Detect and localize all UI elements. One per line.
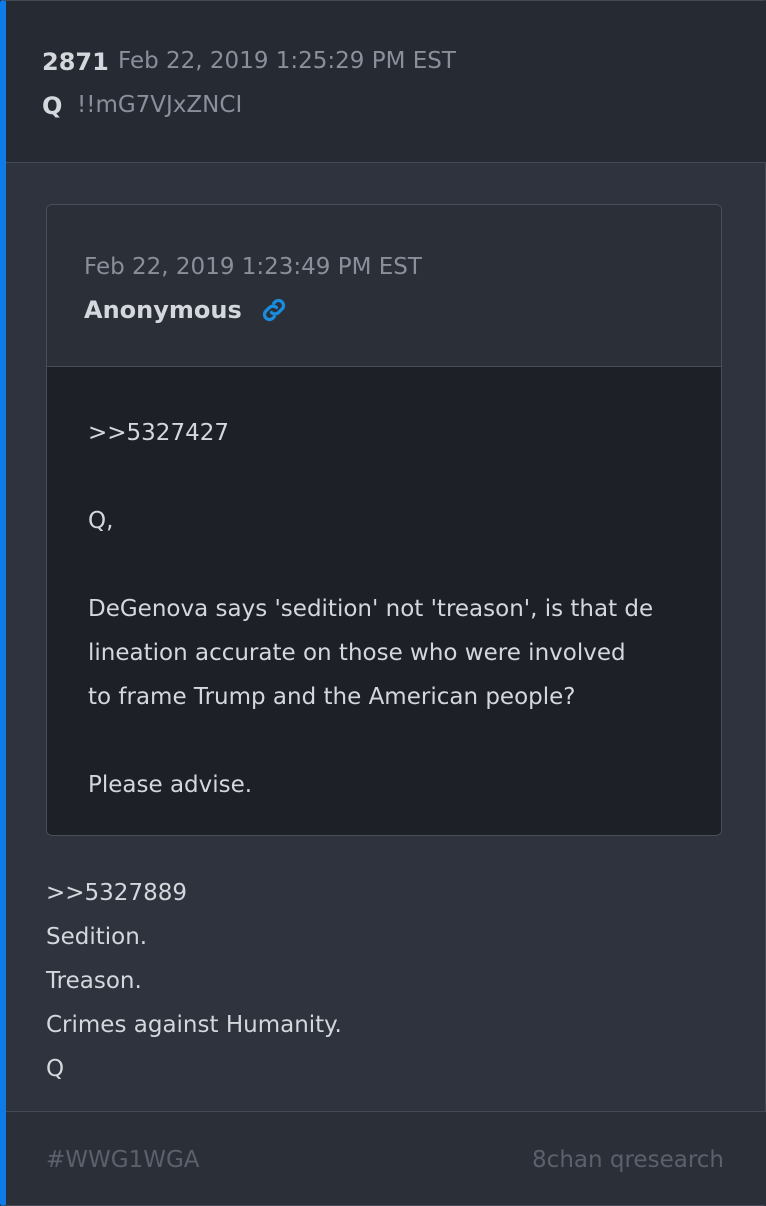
- quoted-post-line: lineation accurate on those who were inv…: [88, 640, 626, 666]
- post-author: Q: [42, 92, 63, 120]
- quoted-post-author: Anonymous: [84, 296, 242, 324]
- quoted-post-date: Feb 22, 2019 1:23:49 PM EST: [84, 254, 422, 280]
- post-tripcode: !!mG7VJxZNCI: [77, 92, 243, 118]
- post-line: Q: [46, 1056, 65, 1082]
- post-line: Sedition.: [46, 924, 148, 950]
- quoted-post-line: Please advise.: [88, 772, 253, 798]
- quoted-post-body: >>5327427 Q, DeGenova says 'sedition' no…: [88, 411, 688, 807]
- post-source: 8chan qresearch: [532, 1147, 724, 1173]
- post-header: 2871 Feb 22, 2019 1:25:29 PM EST Q !!mG7…: [6, 1, 766, 163]
- quoted-post-line: [88, 455, 688, 499]
- post-body: >>5327889 Sedition. Treason. Crimes agai…: [46, 871, 706, 1091]
- post-date: Feb 22, 2019 1:25:29 PM EST: [118, 48, 456, 74]
- quoted-post: Feb 22, 2019 1:23:49 PM EST Anonymous >>…: [46, 204, 722, 836]
- quoted-post-line: [88, 719, 688, 763]
- quoted-post-line: to frame Trump and the American people?: [88, 684, 576, 710]
- hashtag: #WWG1WGA: [46, 1147, 200, 1173]
- post-footer: #WWG1WGA 8chan qresearch: [6, 1111, 766, 1205]
- post-line: Treason.: [46, 968, 142, 994]
- post-card: 2871 Feb 22, 2019 1:25:29 PM EST Q !!mG7…: [0, 0, 766, 1206]
- quoted-post-line: [88, 543, 688, 587]
- link-icon[interactable]: [259, 295, 289, 325]
- quoted-post-line[interactable]: >>5327427: [88, 411, 688, 455]
- post-number[interactable]: 2871: [42, 48, 109, 76]
- post-line: Crimes against Humanity.: [46, 1012, 342, 1038]
- quoted-post-header: Feb 22, 2019 1:23:49 PM EST Anonymous: [47, 205, 721, 367]
- post-line[interactable]: >>5327889: [46, 871, 706, 915]
- quoted-post-line: DeGenova says 'sedition' not 'treason', …: [88, 596, 654, 622]
- quoted-post-line: Q,: [88, 508, 114, 534]
